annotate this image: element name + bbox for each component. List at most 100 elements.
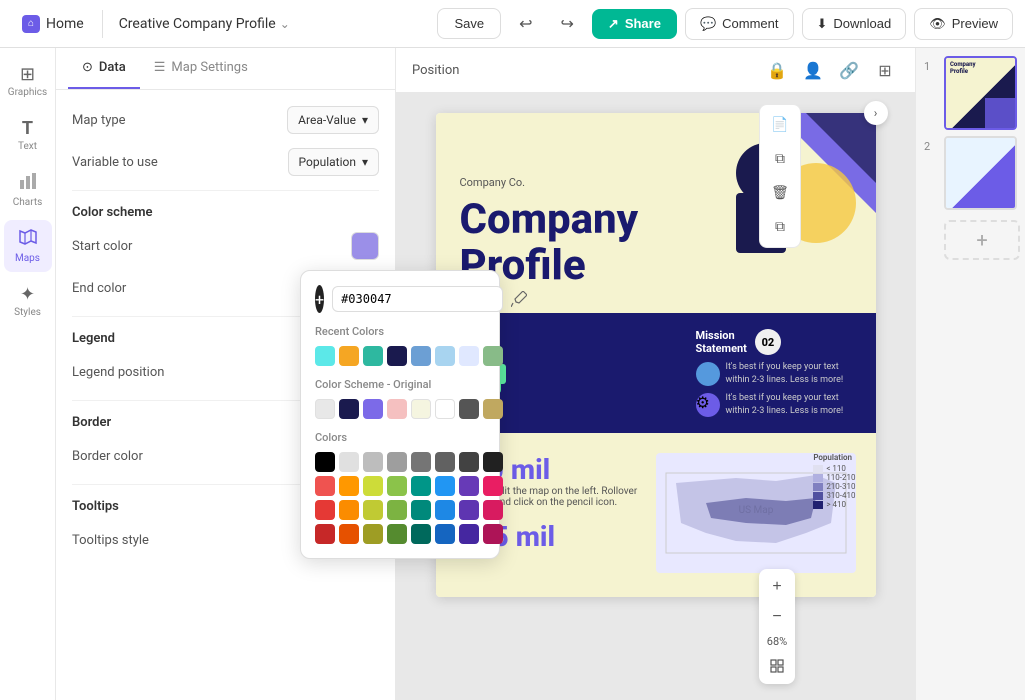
color-cell[interactable] xyxy=(363,399,383,419)
sidebar-item-label: Maps xyxy=(15,253,40,264)
start-color-swatch[interactable] xyxy=(351,232,379,260)
color-cell[interactable] xyxy=(387,524,396,544)
tab-map-settings[interactable]: ☰ Map Settings xyxy=(140,48,262,89)
color-cell[interactable] xyxy=(315,399,335,419)
color-cell[interactable] xyxy=(339,452,359,472)
thumb-image[interactable] xyxy=(944,136,1017,210)
thumbnail-1[interactable]: 1 CompanyProfile xyxy=(924,56,1017,130)
color-cell[interactable] xyxy=(363,452,383,472)
delete-page-icon[interactable]: 🗑 xyxy=(766,179,794,207)
doc-title-text: Creative Company Profile xyxy=(119,16,276,32)
copy-page-icon[interactable]: ⧉ xyxy=(766,145,794,173)
add-page-icon[interactable]: 📄 xyxy=(766,111,794,139)
preview-button[interactable]: 👁 Preview xyxy=(914,8,1013,40)
undo-button[interactable]: ↩ xyxy=(509,7,542,41)
recent-colors-grid xyxy=(315,346,396,366)
redo-button[interactable]: ↪ xyxy=(551,7,584,41)
mission-title: Mission Statement xyxy=(696,329,747,355)
color-cell[interactable] xyxy=(387,452,396,472)
map-type-value: Area-Value xyxy=(298,113,356,127)
text-icon: T xyxy=(22,118,33,139)
map-settings-icon: ☰ xyxy=(154,60,166,75)
color-scheme-label: Color Scheme - Original xyxy=(315,378,396,391)
tab-data[interactable]: ⊙ Data xyxy=(68,48,140,89)
share-icon: ↗ xyxy=(608,16,619,32)
duplicate-page-icon[interactable]: ⧉ xyxy=(766,213,794,241)
panel-tabs: ⊙ Data ☰ Map Settings xyxy=(56,48,395,90)
main: ⊞ Graphics T Text Charts Maps ✦ Styles xyxy=(0,48,1025,700)
sidebar-item-text[interactable]: T Text xyxy=(4,110,52,160)
home-label: Home xyxy=(46,16,84,32)
mission-right: Mission Statement 02 It's best if you ke… xyxy=(696,329,856,417)
maps-icon xyxy=(19,228,37,251)
color-picker-popup: + Recent Colors Color Scheme - Original xyxy=(300,270,396,559)
border-color-label: Border color xyxy=(72,449,143,464)
color-cell[interactable] xyxy=(339,476,359,496)
color-cell[interactable] xyxy=(315,476,335,496)
preview-label: Preview xyxy=(952,16,998,31)
color-cell[interactable] xyxy=(315,500,335,520)
styles-icon: ✦ xyxy=(20,284,35,305)
doc-title[interactable]: Creative Company Profile ⌄ xyxy=(111,12,298,36)
zoom-controls: + − 68% xyxy=(759,569,795,684)
sidebar-item-graphics[interactable]: ⊞ Graphics xyxy=(4,56,52,106)
color-cell[interactable] xyxy=(387,500,396,520)
tooltips-style-label: Tooltips style xyxy=(72,533,149,548)
thumbnail-2[interactable]: 2 xyxy=(924,136,1017,210)
color-cell[interactable] xyxy=(363,524,383,544)
thumb-image[interactable]: CompanyProfile xyxy=(944,56,1017,130)
color-cell[interactable] xyxy=(339,346,359,366)
comment-button[interactable]: 💬 Comment xyxy=(685,8,794,40)
person-icon[interactable]: 👤 xyxy=(799,56,827,84)
grid-icon[interactable]: ⊞ xyxy=(871,56,899,84)
start-color-field xyxy=(351,232,379,260)
comment-icon: 💬 xyxy=(700,16,716,32)
color-scheme-section: Color scheme xyxy=(72,205,379,220)
color-cell[interactable] xyxy=(315,452,335,472)
sidebar-item-charts[interactable]: Charts xyxy=(4,164,52,216)
avatar-icon xyxy=(696,362,720,386)
mission-num-badge: 02 xyxy=(755,329,781,355)
download-button[interactable]: ⬇ Download xyxy=(802,8,907,40)
home-button[interactable]: ⌂ Home xyxy=(12,9,94,39)
map-type-select[interactable]: Area-Value ▾ xyxy=(287,106,379,134)
map-type-label: Map type xyxy=(72,113,126,128)
color-cell[interactable] xyxy=(315,346,335,366)
graphics-icon: ⊞ xyxy=(20,64,35,85)
color-cell[interactable] xyxy=(363,476,383,496)
tab-map-settings-label: Map Settings xyxy=(171,60,247,75)
color-cell[interactable] xyxy=(339,524,359,544)
next-page-arrow[interactable]: › xyxy=(864,101,888,125)
hex-input[interactable] xyxy=(332,286,396,312)
picker-add-button[interactable]: + xyxy=(315,285,324,313)
color-cell[interactable] xyxy=(339,399,359,419)
charts-icon xyxy=(19,172,37,195)
left-panel: ⊙ Data ☰ Map Settings Map type Area-Valu… xyxy=(56,48,396,700)
save-button[interactable]: Save xyxy=(437,8,501,39)
zoom-fit-button[interactable] xyxy=(763,652,791,680)
lock-icon[interactable]: 🔒 xyxy=(763,56,791,84)
zoom-out-button[interactable]: − xyxy=(763,603,791,631)
topbar: ⌂ Home Creative Company Profile ⌄ Save ↩… xyxy=(0,0,1025,48)
variable-row: Variable to use Population ▾ xyxy=(72,148,379,176)
variable-select[interactable]: Population ▾ xyxy=(288,148,379,176)
color-cell[interactable] xyxy=(363,500,383,520)
sidebar-item-label: Text xyxy=(18,141,37,152)
color-cell[interactable] xyxy=(387,399,396,419)
download-icon: ⬇ xyxy=(817,16,828,32)
add-page-button[interactable]: + xyxy=(944,220,1020,260)
sidebar-item-styles[interactable]: ✦ Styles xyxy=(4,276,52,326)
color-cell[interactable] xyxy=(315,524,335,544)
color-cell[interactable] xyxy=(339,500,359,520)
map-legend: Population < 110 110-210 210-310 310-410… xyxy=(813,453,855,509)
link-icon[interactable]: 🔗 xyxy=(835,56,863,84)
color-cell[interactable] xyxy=(387,476,396,496)
sidebar-item-maps[interactable]: Maps xyxy=(4,220,52,272)
color-cell[interactable] xyxy=(363,346,383,366)
share-button[interactable]: ↗ Share xyxy=(592,9,677,39)
color-cell[interactable] xyxy=(387,346,396,366)
thumb-num: 2 xyxy=(924,140,938,153)
end-color-label: End color xyxy=(72,281,126,296)
chevron-down-icon: ▾ xyxy=(362,113,368,127)
zoom-in-button[interactable]: + xyxy=(763,573,791,601)
